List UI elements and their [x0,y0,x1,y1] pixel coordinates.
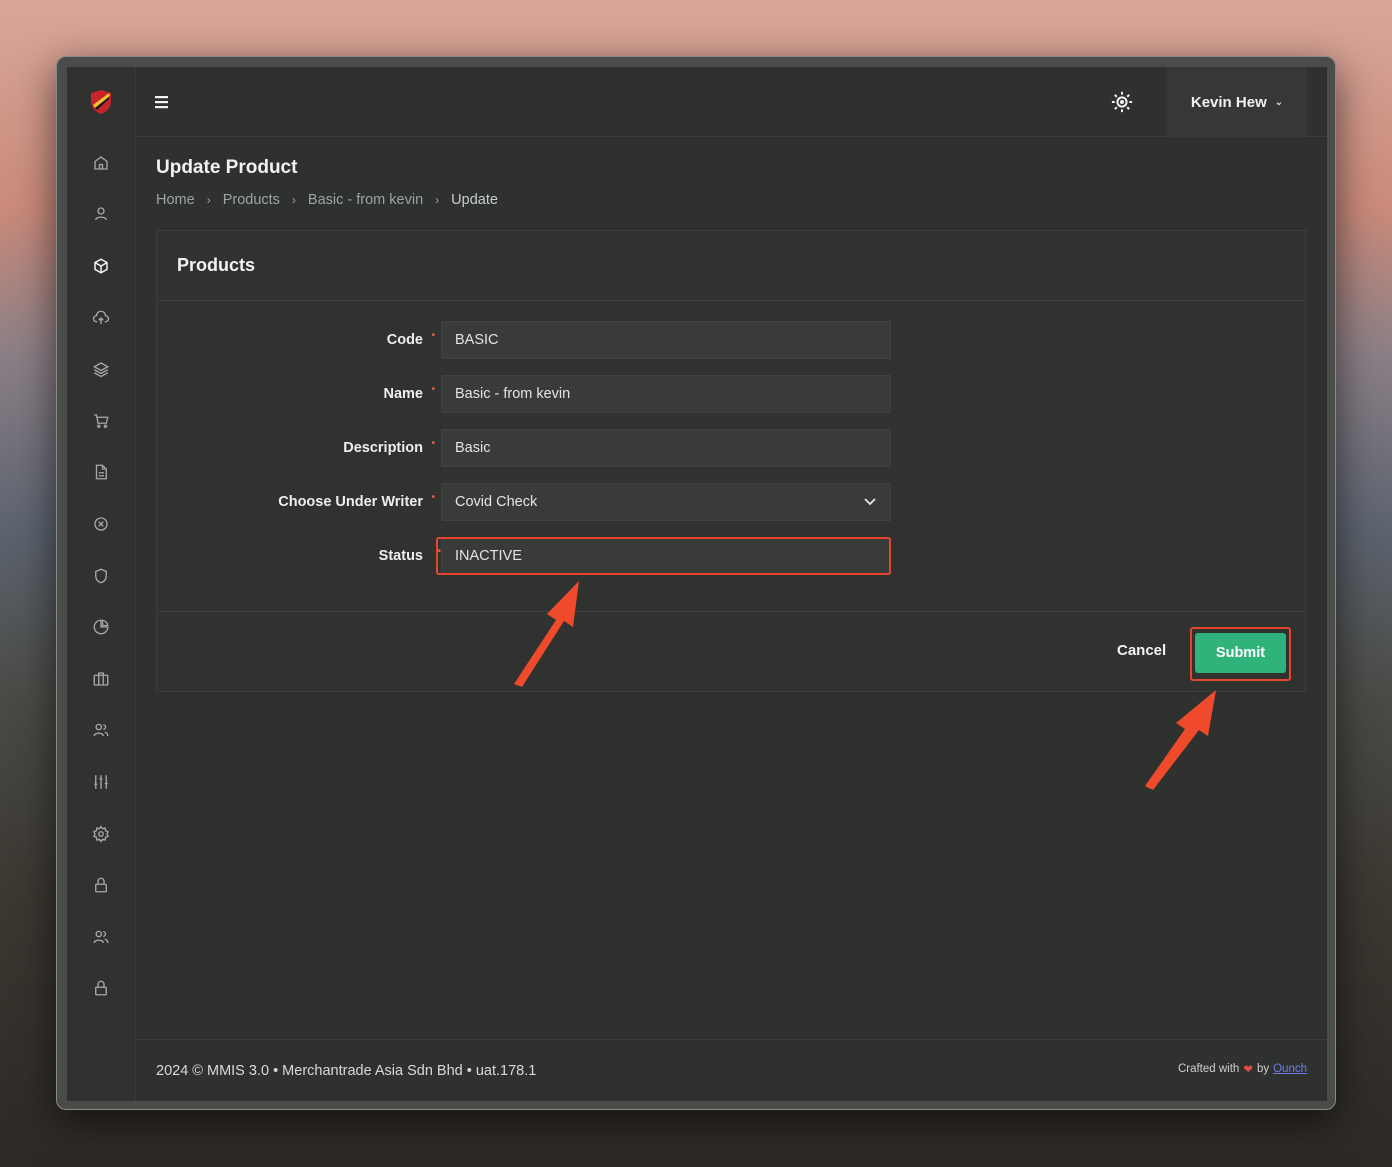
underwriter-select[interactable]: Covid Check [441,483,891,521]
sliders-icon [94,775,108,789]
shield-logo-icon [91,90,111,114]
description-input[interactable]: Basic [441,429,891,467]
user-icon [95,207,107,221]
sidebar-item-upload[interactable] [67,292,136,344]
code-input[interactable]: BASIC [441,321,891,359]
cloud-upload-icon [92,310,110,324]
breadcrumb-separator-icon: › [435,193,440,207]
heart-icon: ❤ [1243,1063,1253,1076]
sidebar-item-user[interactable] [67,189,136,241]
sidebar-item-shield[interactable] [67,550,136,602]
cube-icon [94,258,108,274]
cart-icon [94,414,109,428]
page-title: Update Product [156,157,298,178]
breadcrumb-current: Update [451,192,498,208]
sidebar [67,67,136,1101]
app-shell: Kevin Hew ⌄ Update Product Home › Produc… [67,67,1327,1101]
page-footer: 2024 © MMIS 3.0 • Merchantrade Asia Sdn … [136,1039,1327,1101]
sidebar-item-lock-2[interactable] [67,963,136,1015]
chevron-down-icon: ⌄ [1274,96,1284,108]
layers-icon [92,362,110,378]
sidebar-item-lock[interactable] [67,859,136,911]
page-content: Update Product Home › Products › Basic -… [136,137,1327,1101]
sun-icon[interactable] [1111,91,1133,113]
sidebar-item-customers[interactable] [67,705,136,757]
credit-link[interactable]: Ounch [1273,1063,1307,1075]
code-label: Code • [386,330,435,348]
hamburger-menu-icon[interactable] [154,93,172,111]
sidebar-item-home[interactable] [67,137,136,189]
card-title: Products [157,231,1305,301]
submit-button[interactable]: Submit [1195,633,1286,673]
breadcrumb: Home › Products › Basic - from kevin › U… [156,192,1307,208]
x-circle-icon [94,517,108,531]
form-row-name: Name • Basic - from kevin [157,375,1305,413]
form-body: Code • BASIC Name • Basic - from kevin Des… [157,301,1305,611]
form-actions: Cancel Submit [157,611,1305,691]
footer-credit: Crafted with ❤ by Ounch [1178,1062,1307,1076]
main-area: Kevin Hew ⌄ Update Product Home › Produc… [136,67,1327,1101]
sidebar-item-cart[interactable] [67,395,136,447]
briefcase-icon [93,672,109,686]
form-row-code: Code • BASIC [157,321,1305,359]
cancel-button[interactable]: Cancel [1117,642,1166,659]
status-input[interactable]: INACTIVE [441,537,891,575]
lock-icon [95,877,107,893]
breadcrumb-products[interactable]: Products [223,192,280,208]
sidebar-item-documents[interactable] [67,447,136,499]
shield-icon [95,568,107,583]
sidebar-item-reports[interactable] [67,601,136,653]
chevron-down-icon [864,498,876,506]
lock-icon [95,980,107,996]
form-row-description: Description • Basic [157,429,1305,467]
user-name: Kevin Hew [1190,93,1267,111]
name-input[interactable]: Basic - from kevin [441,375,891,413]
users-icon [93,930,109,943]
crafted-text: Crafted with [1177,1062,1240,1075]
footer-copyright: 2024 © MMIS 3.0 • Merchantrade Asia Sdn … [156,1062,537,1079]
breadcrumb-home[interactable]: Home [156,192,195,208]
pie-chart-icon [93,619,109,635]
by-text: by [1256,1062,1270,1075]
sidebar-item-cancel[interactable] [67,498,136,550]
status-label: Status • [378,546,441,564]
description-label: Description • [343,438,435,456]
breadcrumb-separator-icon: › [206,193,211,207]
sidebar-item-settings[interactable] [67,808,136,860]
users-icon [93,724,109,737]
underwriter-selected-value: Covid Check [455,494,538,510]
home-icon [94,155,108,170]
user-menu[interactable]: Kevin Hew ⌄ [1167,67,1307,137]
sidebar-item-products[interactable] [67,240,136,292]
sidebar-item-layers[interactable] [67,343,136,395]
underwriter-label: Choose Under Writer • [278,492,435,510]
name-label: Name • [383,384,436,402]
form-row-status: Status • INACTIVE [157,537,1305,575]
sidebar-item-adjustments[interactable] [67,756,136,808]
breadcrumb-separator-icon: › [291,193,296,207]
status-field-wrapper: INACTIVE [436,537,891,575]
app-window: Kevin Hew ⌄ Update Product Home › Produc… [56,56,1336,1110]
sidebar-item-briefcase[interactable] [67,653,136,705]
topbar: Kevin Hew ⌄ [136,67,1327,137]
form-row-underwriter: Choose Under Writer • Covid Check [157,483,1305,521]
breadcrumb-product[interactable]: Basic - from kevin [308,192,423,208]
product-form-card: Products Code • BASIC Name • Basic - from … [156,230,1306,692]
sidebar-item-users[interactable] [67,911,136,963]
brand-logo[interactable] [67,67,136,137]
document-icon [95,464,107,480]
gear-icon [92,824,110,843]
